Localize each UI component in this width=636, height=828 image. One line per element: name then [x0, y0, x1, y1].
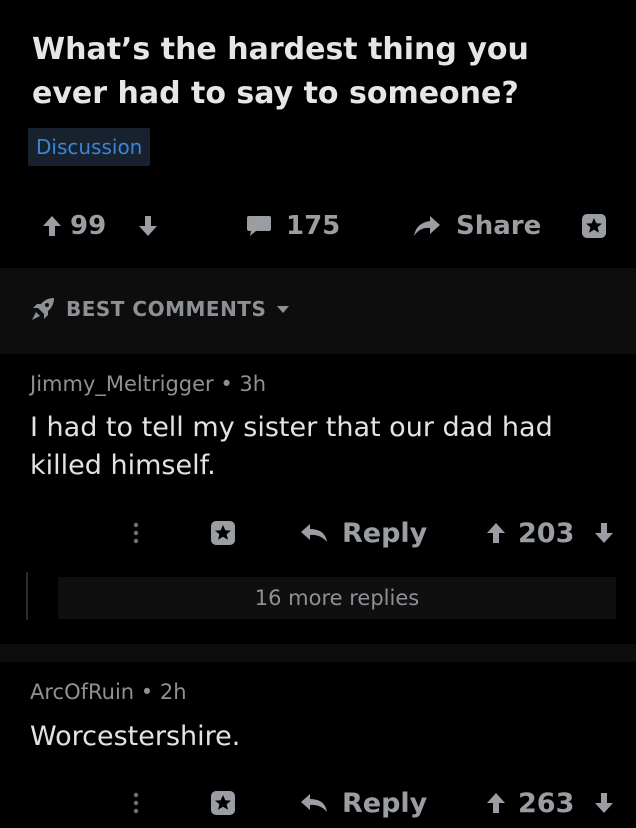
comment-upvote-button[interactable]	[486, 778, 506, 828]
more-dots-icon	[133, 792, 139, 814]
post-action-bar: 99 175 Share	[0, 200, 636, 252]
post-comments-button[interactable]: 175	[246, 200, 340, 252]
comment-score: 263	[518, 787, 575, 819]
award-icon	[211, 791, 235, 815]
post-upvote-button[interactable]	[42, 200, 62, 252]
post-downvote-button[interactable]	[138, 200, 158, 252]
post-title: What’s the hardest thing you ever had to…	[32, 32, 529, 111]
comment-body: Worcestershire.	[30, 721, 241, 752]
comment-action-bar: Reply 203	[0, 508, 636, 558]
comment-reply-button[interactable]: Reply	[300, 778, 427, 828]
post-flair[interactable]: Discussion	[28, 128, 151, 166]
rocket-icon	[32, 298, 54, 320]
comment-upvote-button[interactable]	[486, 508, 506, 558]
comment-author-meta[interactable]: Jimmy_Meltrigger • 3h	[30, 372, 266, 396]
comment-more-button[interactable]	[133, 508, 139, 558]
comment-body: I had to tell my sister that our dad had…	[30, 412, 553, 481]
downvote-arrow-icon	[595, 793, 613, 813]
upvote-arrow-icon	[487, 793, 505, 813]
award-icon	[211, 521, 235, 545]
comment-action-bar: Reply 263	[0, 778, 636, 828]
award-icon	[582, 214, 606, 238]
comment-bubble-icon	[247, 216, 271, 236]
comment-separator	[0, 644, 636, 662]
comment-downvote-button[interactable]	[594, 508, 614, 558]
downvote-arrow-icon	[139, 216, 157, 236]
comment-sort-bar: BEST COMMENTS	[0, 268, 636, 354]
post-award-button[interactable]	[580, 200, 608, 252]
upvote-arrow-icon	[43, 216, 61, 236]
caret-down-icon	[277, 306, 290, 313]
post-comment-count: 175	[286, 211, 341, 241]
post-share-button[interactable]: Share	[412, 200, 541, 252]
comment-score: 203	[518, 517, 575, 549]
more-replies-button[interactable]: 16 more replies	[58, 577, 616, 619]
share-label: Share	[456, 211, 542, 241]
reply-arrow-icon	[301, 794, 327, 812]
reply-label: Reply	[342, 787, 428, 819]
share-arrow-icon	[414, 216, 440, 236]
comment-award-button[interactable]	[209, 778, 237, 828]
post-score: 99	[70, 211, 107, 241]
upvote-arrow-icon	[487, 523, 505, 543]
thread-line	[26, 572, 28, 620]
comment-downvote-button[interactable]	[594, 778, 614, 828]
comment-reply-button[interactable]: Reply	[300, 508, 427, 558]
reply-arrow-icon	[301, 524, 327, 542]
sort-label: BEST COMMENTS	[66, 297, 267, 321]
more-dots-icon	[133, 522, 139, 544]
reply-label: Reply	[342, 517, 428, 549]
comment-award-button[interactable]	[209, 508, 237, 558]
comment-sort-dropdown[interactable]: BEST COMMENTS	[30, 296, 290, 322]
comment-author-meta[interactable]: ArcOfRuin • 2h	[30, 680, 187, 704]
downvote-arrow-icon	[595, 523, 613, 543]
comment-more-button[interactable]	[133, 778, 139, 828]
